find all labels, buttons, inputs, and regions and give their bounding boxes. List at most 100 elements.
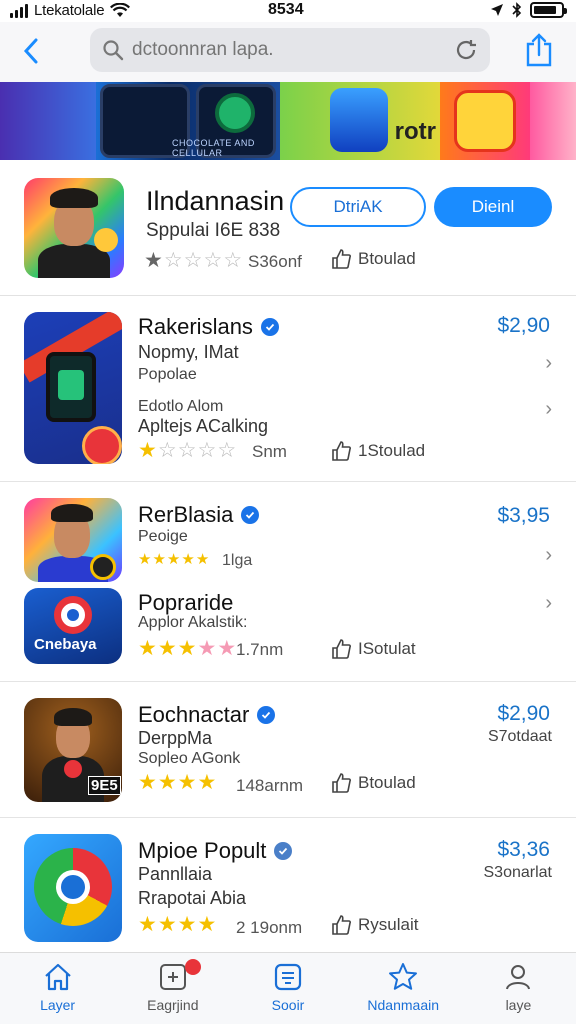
app-icon[interactable]	[24, 312, 122, 464]
like-group[interactable]: Btoulad	[330, 772, 416, 794]
back-button[interactable]	[14, 32, 48, 70]
rating-meta: Snm	[252, 442, 287, 461]
star-rating: ★ ☆ ☆ ☆ ☆	[138, 439, 237, 462]
star-rating: ★ ★ ★ ★ ★	[138, 637, 237, 660]
banner-tile-1[interactable]	[0, 82, 96, 160]
search-input[interactable]	[132, 39, 454, 61]
status-right	[490, 2, 567, 18]
app-price[interactable]: $3,36	[497, 838, 550, 862]
like-group[interactable]: 1Stoulad	[330, 440, 425, 462]
refresh-icon[interactable]	[454, 38, 478, 62]
chat-app-logo	[215, 93, 255, 133]
app-title-text: Eochnactar	[138, 702, 250, 727]
app-price[interactable]: $2,90	[497, 314, 550, 338]
app-icon[interactable]: Cnebaya	[24, 588, 122, 664]
navigation-bar	[0, 22, 576, 82]
chevron-left-icon	[23, 38, 38, 64]
app-description: Rrapotai Abia	[138, 888, 247, 908]
cartoon-character-image	[330, 88, 388, 152]
star-icon	[389, 963, 418, 990]
thumbs-up-icon	[332, 639, 351, 659]
primary-action-button[interactable]: Dieinl	[434, 187, 552, 227]
like-group[interactable]: Rysulait	[330, 914, 418, 936]
secondary-action-button[interactable]: DtriAK	[290, 187, 426, 227]
status-bar: Ltekatolale 8534	[0, 0, 576, 22]
chevron-right-icon[interactable]: ›	[545, 592, 552, 615]
app-size-note: S7otdaat	[487, 728, 552, 745]
phone-image	[46, 352, 96, 422]
chevron-right-icon[interactable]: ›	[545, 544, 552, 567]
banner-tile-5[interactable]	[530, 82, 576, 160]
list-item[interactable]: 9E5 Eochnactar $2,90 S7otdaat DerppMa So…	[0, 682, 576, 818]
app-subtitle: Nopmy, IMat	[138, 342, 239, 362]
featured-app-icon[interactable]	[24, 178, 124, 278]
icon-text: Cnebaya	[34, 636, 97, 653]
app-price[interactable]: $2,90	[497, 702, 550, 726]
app-title: Rakerislans	[138, 314, 279, 340]
app-description: Edotlo Alom	[138, 398, 224, 415]
apps-icon	[274, 963, 302, 991]
tab-label: laye	[505, 997, 532, 1013]
status-time: 8534	[268, 1, 304, 18]
app-icon[interactable]	[24, 498, 122, 582]
app-title-text: Popraride	[138, 590, 234, 615]
star-rating: ★ ☆ ☆ ☆ ☆	[144, 249, 243, 272]
thumbs-up-icon	[332, 249, 351, 269]
signal-icon	[10, 3, 28, 18]
app-title: Mpioe Popult	[138, 838, 293, 864]
app-subtitle: DerppMa	[138, 728, 213, 748]
tab-featured[interactable]: Ndanmaain	[346, 953, 461, 1024]
notification-badge	[185, 959, 202, 975]
carrier-name: Ltekatolale	[34, 2, 105, 19]
emoji-icon	[94, 228, 118, 252]
share-button[interactable]	[522, 30, 556, 70]
tab-home[interactable]: Layer	[0, 953, 115, 1024]
banner-tile-3[interactable]: rotr	[280, 82, 440, 160]
app-title: Eochnactar	[138, 702, 276, 728]
chevron-right-icon[interactable]: ›	[545, 398, 552, 421]
star-rating: ★ ★ ★ ★	[138, 913, 217, 936]
thumbs-up-icon	[332, 441, 351, 461]
banner-text: rotr	[394, 118, 436, 145]
share-icon	[526, 33, 552, 67]
promo-banner[interactable]: CHOCOLATE AND CELLULAR rotr	[0, 82, 576, 160]
app-icon[interactable]: 9E5	[24, 698, 122, 802]
app-size-note: S3onarlat	[483, 864, 553, 881]
app-subtitle: Applor Akalstik:	[138, 614, 248, 631]
like-label: 1Stoulad	[358, 441, 426, 460]
tab-profile[interactable]: laye	[461, 953, 576, 1024]
games-icon	[159, 964, 186, 990]
location-arrow-icon	[491, 4, 503, 16]
banner-tile-2[interactable]: CHOCOLATE AND CELLULAR	[96, 82, 280, 160]
featured-app[interactable]: Ilndannasin Sppulai I6E 838 DtriAK Diein…	[0, 160, 576, 296]
verified-icon	[241, 506, 260, 524]
app-title: Popraride	[138, 590, 233, 616]
featured-app-subtitle: Sppulai I6E 838	[146, 220, 281, 241]
app-subtitle: Pannllaia	[138, 864, 213, 884]
bluetooth-icon	[512, 2, 522, 18]
featured-app-title: Ilndannasin	[146, 186, 285, 216]
like-group[interactable]: Btoulad	[330, 248, 416, 270]
list-item-group: RerBlasia $3,95 Peoige ★ ★ ★ ★ ★ 1lga › Cneb…	[0, 482, 576, 682]
tab-bar: Layer Eagrjind Sooir Ndanmaain laye	[0, 952, 576, 1024]
app-category: Popolae	[138, 366, 197, 383]
app-description: Apltejs ACalking	[138, 416, 269, 436]
icon-text: 9E5	[88, 776, 121, 795]
app-price[interactable]: $3,95	[497, 504, 550, 528]
tab-apps[interactable]: Sooir	[230, 953, 345, 1024]
search-bar[interactable]	[90, 28, 490, 72]
list-item[interactable]: Rakerislans $2,90 Nopmy, IMat Popolae › …	[0, 296, 576, 482]
like-group[interactable]: ISotulat	[330, 638, 416, 660]
rating-meta: 2 19onm	[236, 918, 303, 937]
search-icon	[103, 40, 124, 61]
badge-image	[82, 426, 122, 464]
tab-label: Ndanmaain	[367, 997, 440, 1013]
like-label: Btoulad	[358, 773, 416, 792]
like-label: ISotulat	[358, 639, 416, 658]
chevron-right-icon[interactable]: ›	[545, 352, 552, 375]
like-label: Btoulad	[358, 249, 416, 268]
list-item[interactable]: Mpioe Popult $3,36 S3onarlat Pannllaia R…	[0, 818, 576, 952]
tab-games[interactable]: Eagrjind	[115, 953, 230, 1024]
app-icon[interactable]	[24, 834, 122, 942]
banner-tile-4[interactable]	[440, 82, 530, 160]
